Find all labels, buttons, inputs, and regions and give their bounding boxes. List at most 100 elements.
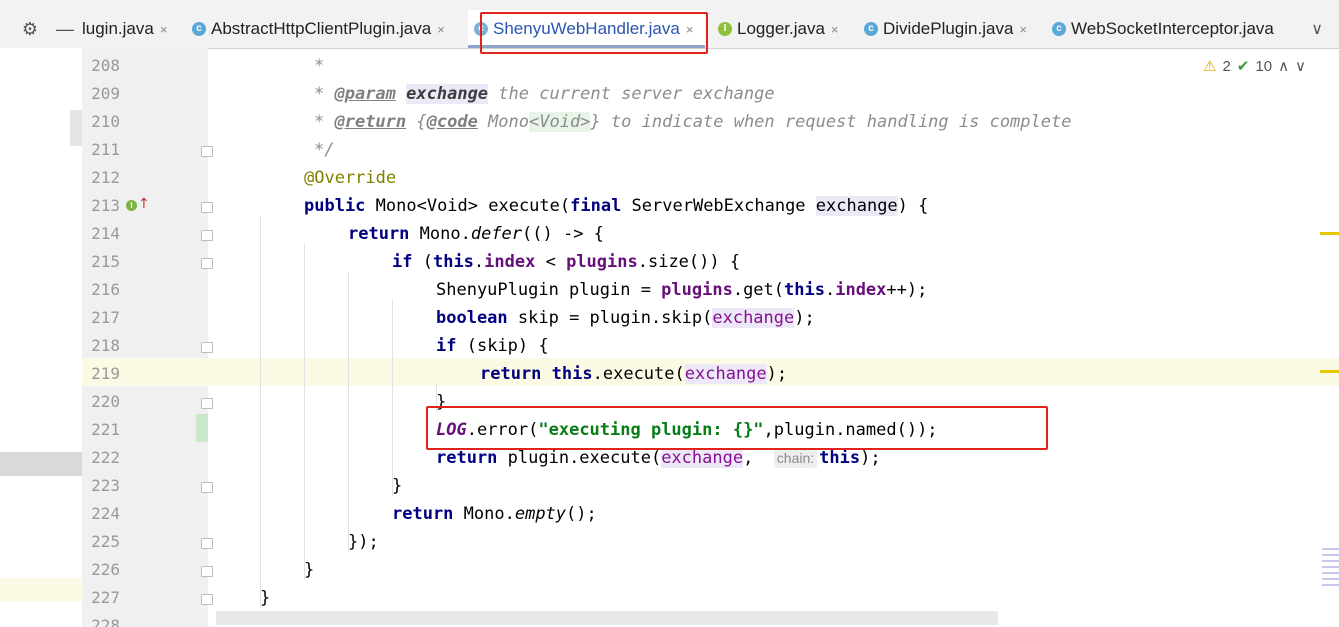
keyword: boolean xyxy=(436,308,508,328)
tab-divide-plugin[interactable]: c DividePlugin.java × xyxy=(864,10,1027,48)
keyword: this xyxy=(551,364,593,384)
warning-icon: ⚠ xyxy=(1203,58,1217,75)
code-line-215[interactable]: if (this.index < plugins.size()) { xyxy=(392,248,740,276)
code-text: , xyxy=(743,448,774,468)
code-line-223[interactable]: } xyxy=(392,472,402,500)
line-number: 225 xyxy=(91,532,120,551)
code-line-208[interactable]: * xyxy=(314,52,324,80)
indent-guide xyxy=(392,300,393,496)
line-number: 214 xyxy=(91,224,120,243)
line-number: 211 xyxy=(91,140,120,159)
code-text: < xyxy=(535,252,567,272)
tab-label: Logger.java xyxy=(737,19,825,38)
static-field: LOG xyxy=(436,420,467,440)
fold-marker[interactable] xyxy=(201,398,213,409)
code-line-217[interactable]: boolean skip = plugin.skip(exchange); xyxy=(436,304,815,332)
line-number: 222 xyxy=(91,448,120,467)
keyword: this xyxy=(432,252,474,272)
code-line-222[interactable]: return plugin.execute(exchange, chain: th… xyxy=(436,444,881,472)
close-icon[interactable]: × xyxy=(1019,22,1027,37)
code-line-209[interactable]: * @param exchange the current server exc… xyxy=(314,80,775,108)
line-number: 217 xyxy=(91,308,120,327)
gear-icon[interactable]: ⚙ xyxy=(20,19,40,39)
comment: */ xyxy=(314,140,335,160)
fold-marker[interactable] xyxy=(201,594,213,605)
fold-marker[interactable] xyxy=(201,538,213,549)
code-text: . xyxy=(824,280,836,300)
chevron-down-icon[interactable]: ∨ xyxy=(1295,57,1306,75)
code-line-227[interactable]: } xyxy=(260,584,270,612)
close-icon[interactable]: × xyxy=(160,22,168,37)
fold-marker[interactable] xyxy=(201,482,213,493)
inspection-widget[interactable]: ⚠ 2 ✔ 10 ∧ ∨ xyxy=(1203,56,1306,76)
line-number: 220 xyxy=(91,392,120,411)
fold-marker[interactable] xyxy=(201,258,213,269)
parameter: exchange xyxy=(661,448,744,468)
check-icon: ✔ xyxy=(1236,58,1250,75)
code-line-210[interactable]: * @return {@code Mono<Void>} to indicate… xyxy=(314,108,1071,136)
minimize-icon[interactable]: — xyxy=(56,19,74,39)
fold-marker[interactable] xyxy=(201,230,213,241)
line-number: 226 xyxy=(91,560,120,579)
close-icon[interactable]: × xyxy=(831,22,839,37)
arrow-up-icon[interactable]: ↑ xyxy=(138,195,150,213)
error-stripe-mark[interactable] xyxy=(1320,232,1339,235)
line-number: 209 xyxy=(91,84,120,103)
vcs-change-marker[interactable] xyxy=(196,414,208,442)
code-line-216[interactable]: ShenyuPlugin plugin = plugins.get(this.i… xyxy=(436,276,927,304)
parameter: exchange xyxy=(684,364,767,384)
comment: * xyxy=(314,84,335,104)
code-editor[interactable]: 208 209 210 211 212 213 214 215 216 217 … xyxy=(0,48,1339,627)
tab-shenyu-web-handler[interactable]: c ShenyuWebHandler.java × xyxy=(468,10,706,48)
code-text: ); xyxy=(766,364,788,384)
tab-abstract-http-client-plugin[interactable]: c AbstractHttpClientPlugin.java × xyxy=(192,10,445,48)
code-line-219[interactable]: return this.execute(exchange); xyxy=(480,360,787,388)
parameter: exchange xyxy=(815,196,898,216)
error-stripe-mark[interactable] xyxy=(1320,370,1339,373)
fold-marker[interactable] xyxy=(201,342,213,353)
code-line-221[interactable]: LOG.error("executing plugin: {}",plugin.… xyxy=(436,416,938,444)
chevron-down-icon[interactable]: ∨ xyxy=(1311,19,1323,39)
tab-logger[interactable]: I Logger.java × xyxy=(718,10,839,48)
parameter-hint: chain: xyxy=(773,448,818,468)
code-line-225[interactable]: }); xyxy=(348,528,379,556)
code-text: ++); xyxy=(886,280,928,300)
implements-icon[interactable]: I xyxy=(126,200,137,211)
close-icon[interactable]: × xyxy=(686,22,694,37)
code-text: .size()) { xyxy=(637,252,741,272)
code-line-226[interactable]: } xyxy=(304,556,314,584)
keyword: this xyxy=(784,280,825,300)
code-text: } xyxy=(392,476,403,496)
code-line-213[interactable]: public Mono<Void> execute(final ServerWe… xyxy=(304,192,928,220)
code-line-211[interactable]: */ xyxy=(314,136,334,164)
highlight-strip xyxy=(0,578,82,602)
code-text: (skip) { xyxy=(456,336,549,356)
fold-marker[interactable] xyxy=(201,202,213,213)
fold-marker[interactable] xyxy=(201,146,213,157)
chevron-up-icon[interactable]: ∧ xyxy=(1278,57,1289,75)
code-text: (() -> { xyxy=(522,224,604,244)
code-line-220[interactable]: } xyxy=(436,388,446,416)
code-text: ); xyxy=(860,448,881,468)
code-text: ) { xyxy=(897,196,929,216)
code-line-212[interactable]: @Override xyxy=(304,164,396,192)
tab-label: AbstractHttpClientPlugin.java xyxy=(211,19,432,38)
code-text: Mono<Void> execute( xyxy=(365,196,571,216)
fold-marker[interactable] xyxy=(201,566,213,577)
field: index xyxy=(835,280,887,300)
line-number: 210 xyxy=(91,112,120,131)
line-number: 208 xyxy=(91,56,120,75)
code-line-224[interactable]: return Mono.empty(); xyxy=(392,500,597,528)
code-text: . xyxy=(473,252,485,272)
ok-count: 10 xyxy=(1255,57,1273,75)
tab-plugin[interactable]: lugin.java × xyxy=(82,10,167,48)
close-icon[interactable]: × xyxy=(437,22,445,37)
code-line-218[interactable]: if (skip) { xyxy=(436,332,549,360)
code-text: } xyxy=(304,560,315,580)
tab-websocket-interceptor[interactable]: c WebSocketInterceptor.java xyxy=(1052,10,1274,48)
horizontal-scrollbar[interactable] xyxy=(216,611,998,625)
line-number: 218 xyxy=(91,336,120,355)
comment: } to indicate when request handling is c… xyxy=(590,112,1072,132)
code-line-214[interactable]: return Mono.defer(() -> { xyxy=(348,220,604,248)
